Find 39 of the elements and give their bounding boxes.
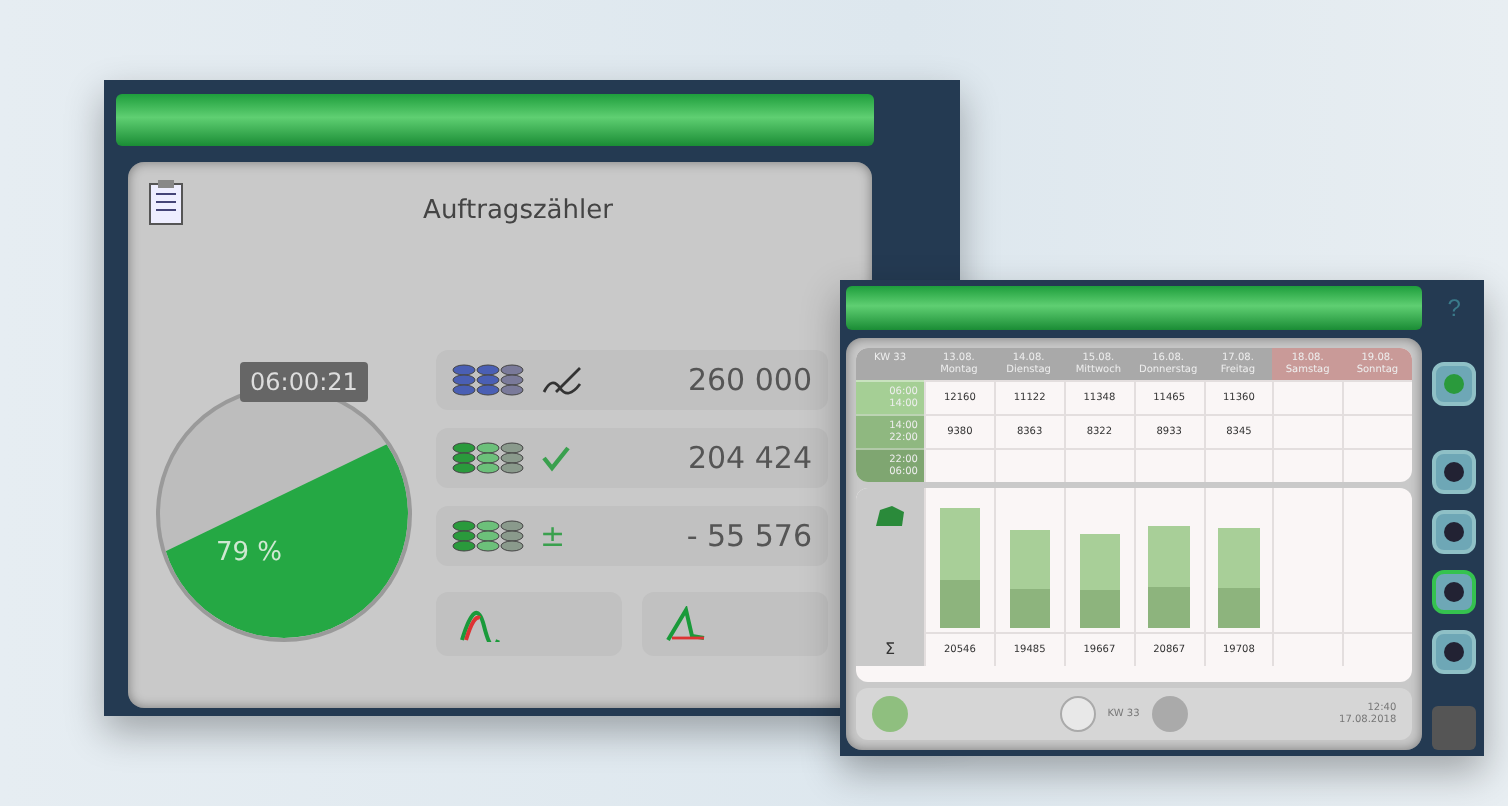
empty-cell [1272,448,1343,482]
empty-cell [1133,448,1204,482]
settings-button[interactable] [1432,362,1477,406]
signature-icon [540,364,584,396]
clipboard-icon [148,178,184,226]
screen-title: Auftragszähler [421,193,615,225]
empty-cell [1272,414,1343,448]
timer-label: 06:00:21 [240,362,368,402]
empty-cell [1272,380,1343,414]
disk-icon [1442,580,1467,604]
triangle-curve-icon [666,606,706,642]
sum-symbol: Σ [856,631,924,666]
disk-stack-icon [452,440,524,476]
disk-icon [1442,520,1467,544]
help-button[interactable]: ? [1447,294,1461,322]
percent-label: 79 % [216,538,283,568]
empty-cell [1342,631,1413,666]
view-button[interactable] [1432,450,1477,494]
counter-value: 204 424 [687,440,812,476]
view-button[interactable] [1432,630,1477,674]
empty-cell [1203,448,1273,482]
empty-cell [1342,448,1413,482]
empty-cell [1342,414,1413,448]
counter-value: - 55 576 [686,518,812,554]
bell-curve-icon [460,606,500,642]
disk-icon [1442,640,1467,664]
disk-stack-icon [452,518,524,554]
pie-icon [872,696,908,732]
plus-minus-sign: ± [540,518,566,554]
disk-stack-icon [452,362,524,398]
check-icon [540,444,572,472]
empty-cell [1272,631,1343,666]
view-button[interactable] [1432,510,1477,554]
view-button[interactable] [1432,570,1477,614]
empty-cell [1063,448,1134,482]
counter-value: 260 000 [687,362,812,398]
disk-icon [1442,460,1467,484]
empty-cell [1342,380,1413,414]
empty-cell [993,448,1064,482]
